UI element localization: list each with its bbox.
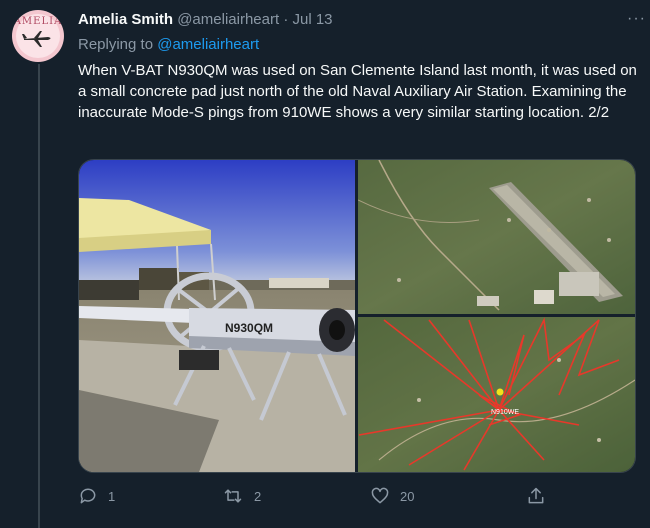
drone-photo[interactable]: N930QM <box>79 160 355 472</box>
avatar[interactable]: AMELIA <box>12 10 64 62</box>
header-separator: · <box>283 11 289 28</box>
tail-number-label: N930QM <box>225 321 273 335</box>
retweet-button[interactable]: 2 <box>222 484 261 508</box>
thread-line <box>38 64 40 528</box>
airplane-icon <box>22 31 51 47</box>
aircraft-marker <box>496 388 504 396</box>
like-count: 20 <box>400 488 415 504</box>
replying-handle-link[interactable]: @ameliairheart <box>157 36 259 53</box>
more-options-icon[interactable]: ··· <box>627 10 646 28</box>
reply-button[interactable]: 1 <box>78 484 115 508</box>
retweet-count: 2 <box>254 488 262 504</box>
tweet-actions: 1 2 20 <box>78 484 558 508</box>
map-aircraft-label: N910WE <box>491 409 519 416</box>
replying-to: Replying to @ameliairheart <box>78 36 259 53</box>
share-icon <box>528 487 544 504</box>
satellite-map-airfield[interactable] <box>358 160 635 314</box>
user-handle[interactable]: @ameliairheart <box>177 11 279 28</box>
tweet-text: When V-BAT N930QM was used on San Clemen… <box>78 62 637 121</box>
like-button[interactable]: 20 <box>370 484 414 508</box>
media-grid[interactable]: N930QM N910WE <box>78 159 636 473</box>
share-button[interactable] <box>526 484 556 508</box>
retweet-icon <box>224 489 242 503</box>
replying-prefix: Replying to <box>78 36 154 53</box>
tweet-header: Amelia Smith @ameliairheart · Jul 13 <box>78 10 636 30</box>
tweet-date[interactable]: Jul 13 <box>292 11 332 28</box>
reply-icon <box>80 488 96 504</box>
reply-count: 1 <box>108 488 116 504</box>
avatar-logo-text: AMELIA <box>13 16 63 27</box>
display-name[interactable]: Amelia Smith <box>78 11 173 28</box>
heart-icon <box>371 487 389 504</box>
satellite-map-flight-tracks[interactable]: N910WE <box>358 317 635 472</box>
